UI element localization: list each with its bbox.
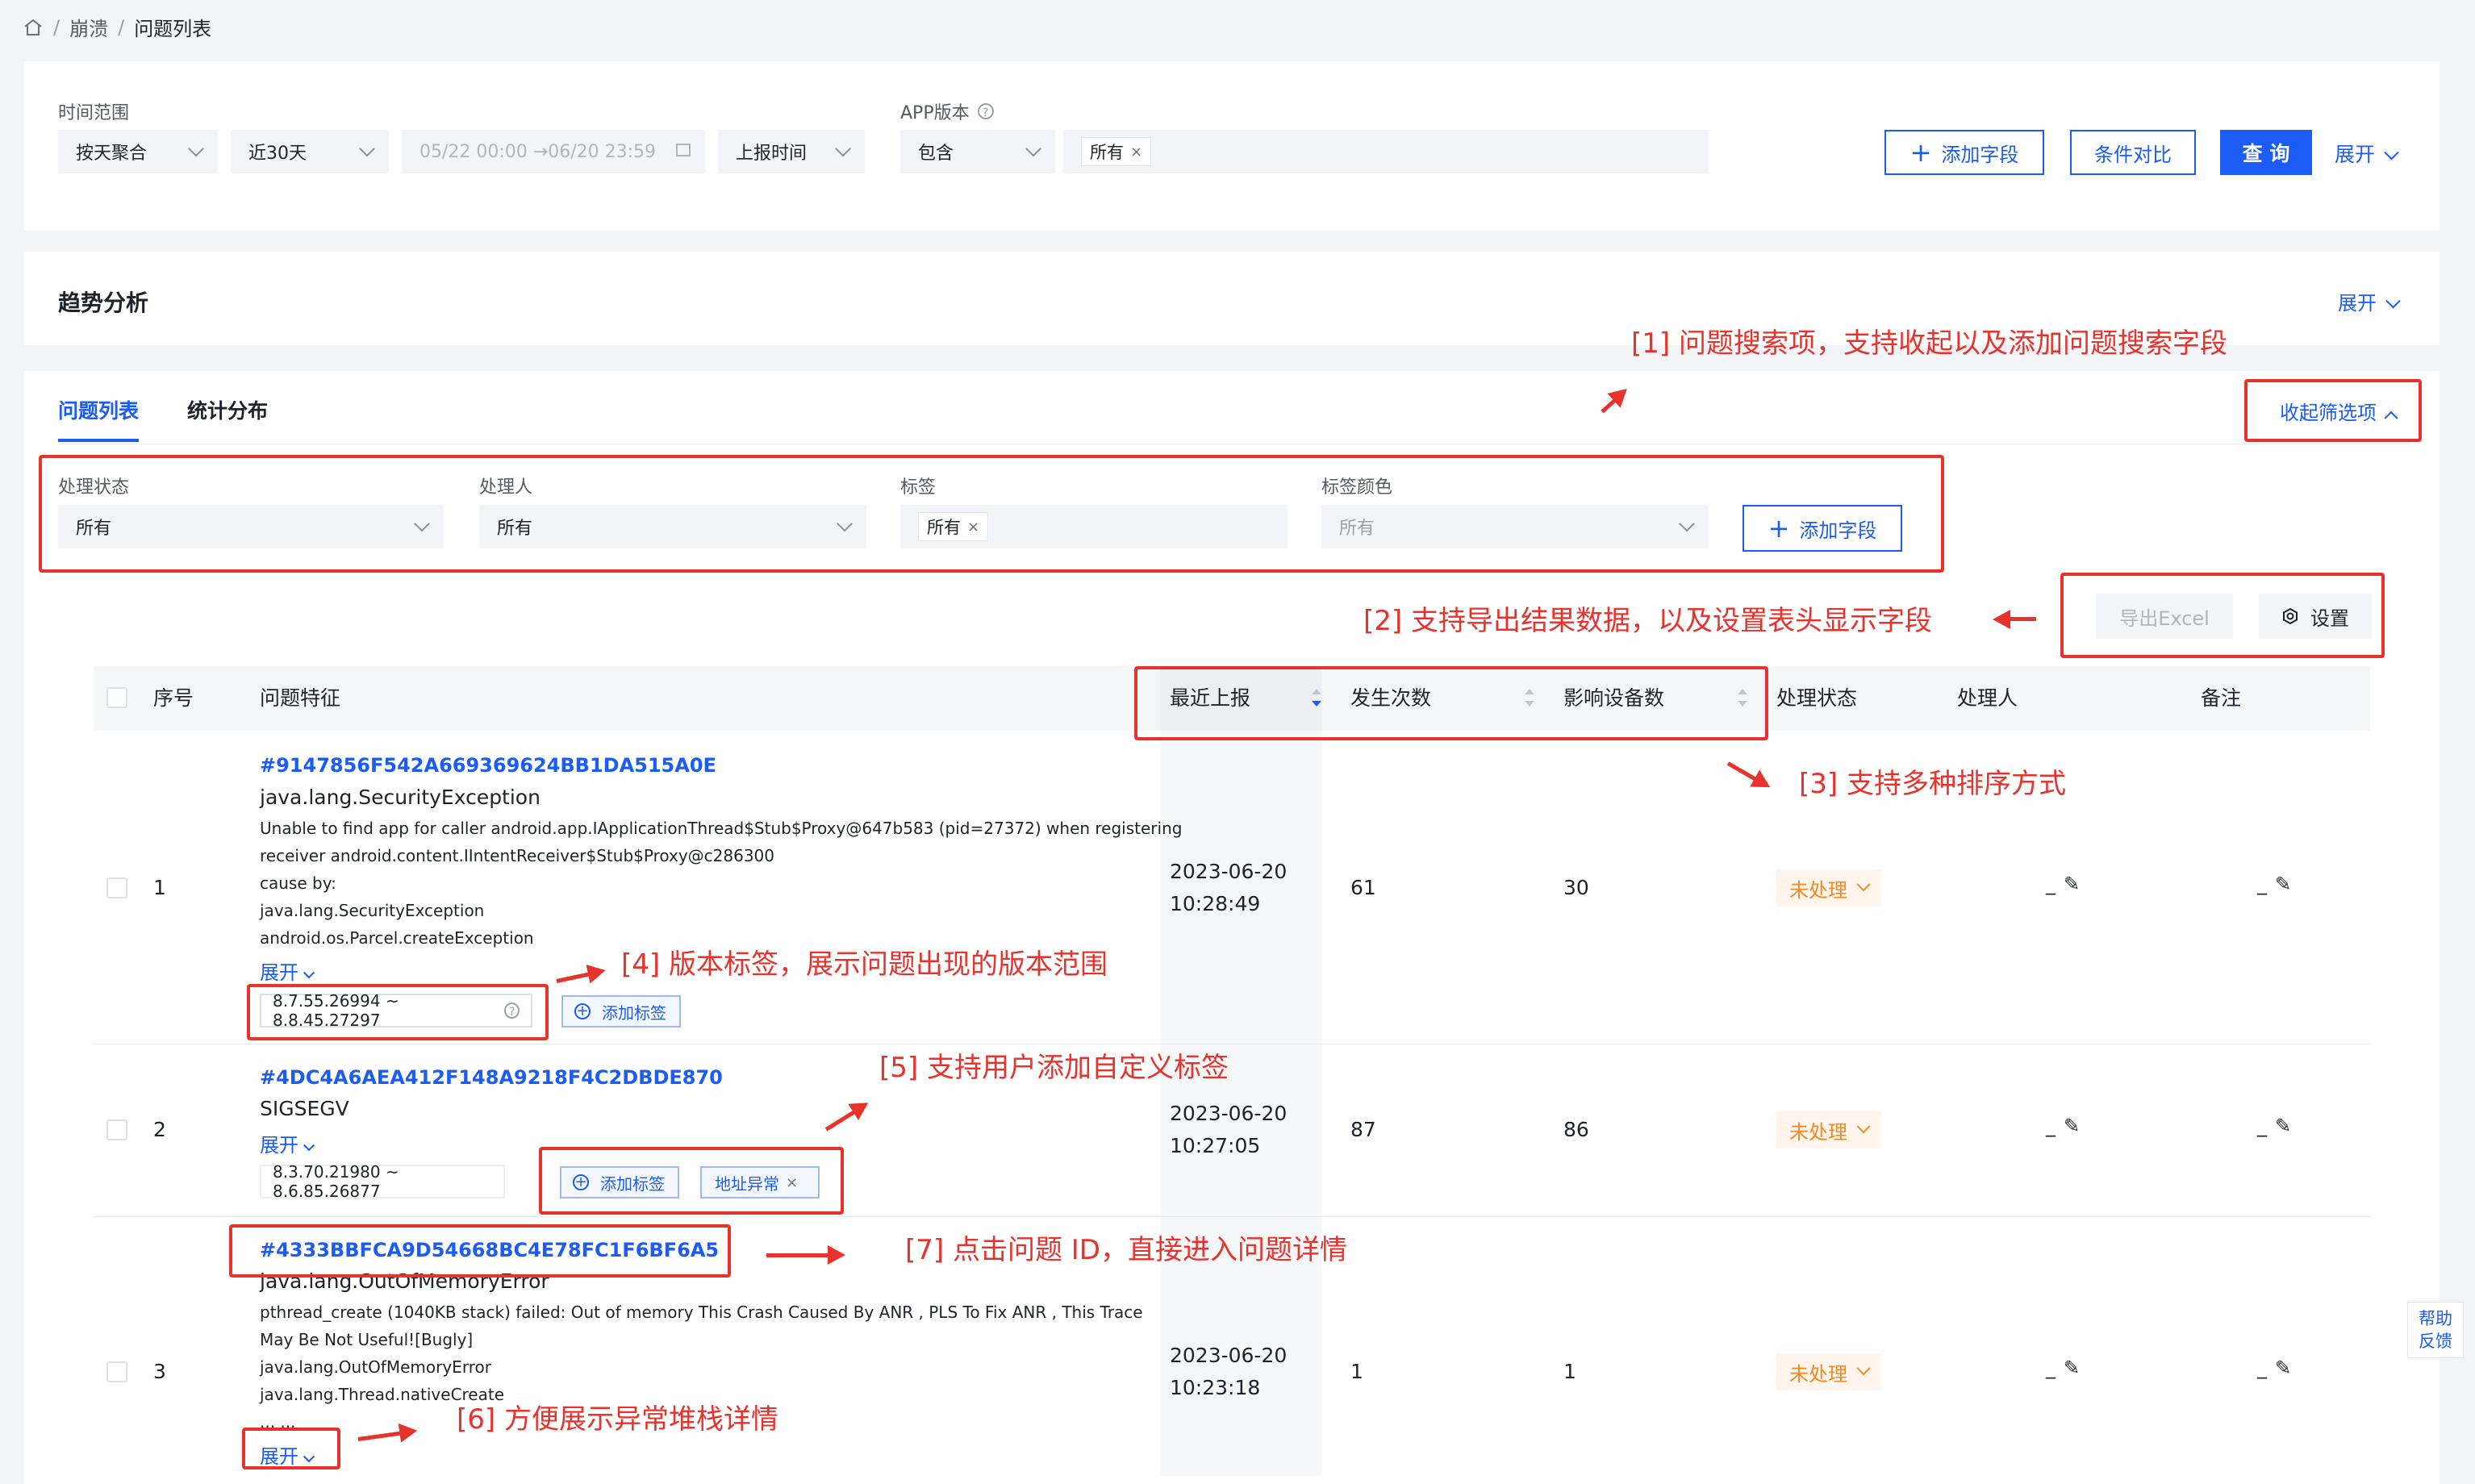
version-tag: 所有 × [1081, 137, 1152, 166]
help-feedback-button[interactable]: 帮助 反馈 [2407, 1302, 2464, 1358]
header-handler: 处理人 [1957, 686, 2018, 710]
select-all-checkbox[interactable] [106, 687, 127, 708]
header-feature: 问题特征 [260, 686, 341, 710]
remove-tag-icon[interactable]: × [1130, 144, 1142, 160]
annotation-box-issue-id [229, 1224, 731, 1278]
trend-expand-link[interactable]: 展开 [2338, 287, 2401, 315]
add-field-button[interactable]: + 添加字段 [1884, 130, 2044, 175]
breadcrumb-issue-list: 问题列表 [134, 18, 212, 40]
remark-cell: _ ✎ [2257, 873, 2292, 895]
annotation-box-sort [1134, 666, 1768, 740]
annotation-6: [6] 方便展示异常堆栈详情 [457, 1403, 778, 1436]
handler-cell: _ ✎ [2046, 873, 2081, 895]
include-select[interactable]: 包含 [900, 130, 1055, 173]
tab-issue-list[interactable]: 问题列表 [58, 395, 140, 442]
annotation-4: [4] 版本标签，展示问题出现的版本范围 [621, 948, 1108, 981]
trend-title: 趋势分析 [58, 290, 149, 316]
last-report-time: 10:28:49 [1170, 892, 1261, 915]
recent-select[interactable]: 近30天 [231, 130, 389, 173]
row-index: 3 [153, 1360, 166, 1383]
home-icon[interactable] [23, 18, 44, 37]
annotation-1: [1] 问题搜索项，支持收起以及添加问题搜索字段 [1631, 327, 2227, 360]
status-dropdown[interactable]: 未处理 [1776, 1111, 1881, 1148]
annotation-3: [3] 支持多种排序方式 [1799, 768, 2066, 800]
tab-stats[interactable]: 统计分布 [187, 395, 268, 424]
annotation-7: [7] 点击问题 ID，直接进入问题详情 [905, 1234, 1347, 1266]
version-range-tag: 8.3.70.21980 ~ 8.6.85.26877 [260, 1162, 505, 1201]
issue-id-link[interactable]: #9147856F542A669369624BB1DA515A0E [260, 754, 716, 777]
row-divider [94, 1216, 2370, 1217]
annotation-box-expand [242, 1428, 340, 1469]
expand-stack-link[interactable]: 展开 [260, 957, 315, 985]
last-report-date: 2023-06-20 [1170, 1344, 1288, 1367]
row-checkbox[interactable] [106, 1361, 127, 1382]
issue-name: SIGSEGV [260, 1097, 349, 1120]
stack-trace: Unable to find app for caller android.ap… [260, 819, 1183, 948]
affected-devices: 86 [1563, 1118, 1589, 1141]
breadcrumb: / 崩溃 / 问题列表 [23, 13, 211, 41]
app-version-label: APP版本 ? [900, 98, 994, 124]
compare-button[interactable]: 条件对比 [2070, 130, 2196, 175]
annotation-box-tags [539, 1147, 844, 1215]
edit-icon[interactable]: ✎ [2064, 1115, 2080, 1137]
issue-name: java.lang.SecurityException [260, 786, 540, 809]
affected-devices: 1 [1563, 1360, 1576, 1383]
annotation-box-collapse [2244, 379, 2422, 442]
remark-cell: _ ✎ [2257, 1357, 2292, 1379]
row-index: 2 [153, 1118, 166, 1141]
edit-icon[interactable]: ✎ [2064, 1357, 2080, 1379]
status-dropdown[interactable]: 未处理 [1776, 869, 1881, 907]
tab-active-indicator [58, 439, 140, 442]
expand-filters-link[interactable]: 展开 [2335, 139, 2399, 168]
last-report-date: 2023-06-20 [1170, 1102, 1288, 1125]
last-report-time: 10:23:18 [1170, 1376, 1261, 1399]
edit-icon[interactable]: ✎ [2275, 873, 2291, 895]
header-remark: 备注 [2201, 686, 2242, 710]
row-checkbox[interactable] [106, 1119, 127, 1140]
time-type-select[interactable]: 上报时间 [718, 130, 865, 173]
annotation-box-version [247, 984, 549, 1040]
occurrence-count: 1 [1350, 1360, 1363, 1383]
add-tag-button[interactable]: + 添加标签 [561, 995, 681, 1028]
remark-cell: _ ✎ [2257, 1115, 2292, 1137]
annotation-arrow [1997, 617, 2036, 621]
row-checkbox[interactable] [106, 877, 127, 898]
last-report-time: 10:27:05 [1170, 1134, 1261, 1157]
last-report-date: 2023-06-20 [1170, 860, 1288, 883]
time-range-label: 时间范围 [58, 103, 130, 123]
issue-id-link[interactable]: #4DC4A6AEA412F148A9218F4C2DBDE870 [260, 1066, 723, 1089]
breadcrumb-sep: / [118, 15, 125, 39]
occurrence-count: 87 [1350, 1118, 1376, 1141]
annotation-box-filters [39, 455, 1944, 573]
status-dropdown[interactable]: 未处理 [1776, 1353, 1881, 1390]
occurrence-count: 61 [1350, 876, 1376, 899]
annotation-2: [2] 支持导出结果数据，以及设置表头显示字段 [1363, 605, 1932, 637]
row-index: 1 [153, 876, 166, 899]
date-range-picker[interactable]: 05/22 00:00 →06/20 23:59 [402, 130, 705, 173]
calendar-icon [676, 144, 691, 156]
handler-cell: _ ✎ [2046, 1115, 2081, 1137]
help-icon[interactable]: ? [977, 103, 994, 119]
annotation-box-toolbar [2060, 573, 2385, 658]
annotation-5: [5] 支持用户添加自定义标签 [879, 1052, 1229, 1084]
expand-stack-link[interactable]: 展开 [260, 1129, 315, 1157]
handler-cell: _ ✎ [2046, 1357, 2081, 1379]
plus-circle-icon: + [574, 1003, 591, 1019]
header-status: 处理状态 [1776, 686, 1858, 710]
plus-icon: + [1909, 137, 1932, 168]
breadcrumb-crash[interactable]: 崩溃 [69, 13, 108, 41]
edit-icon[interactable]: ✎ [2064, 873, 2080, 895]
breadcrumb-sep: / [53, 15, 61, 39]
header-index: 序号 [153, 686, 194, 710]
edit-icon[interactable]: ✎ [2275, 1357, 2291, 1379]
aggregate-select[interactable]: 按天聚合 [58, 130, 218, 173]
query-button[interactable]: 查 询 [2220, 130, 2312, 175]
affected-devices: 30 [1563, 876, 1589, 899]
edit-icon[interactable]: ✎ [2275, 1115, 2291, 1137]
app-version-input[interactable]: 所有 × [1063, 130, 1709, 173]
annotation-arrow [766, 1245, 845, 1265]
